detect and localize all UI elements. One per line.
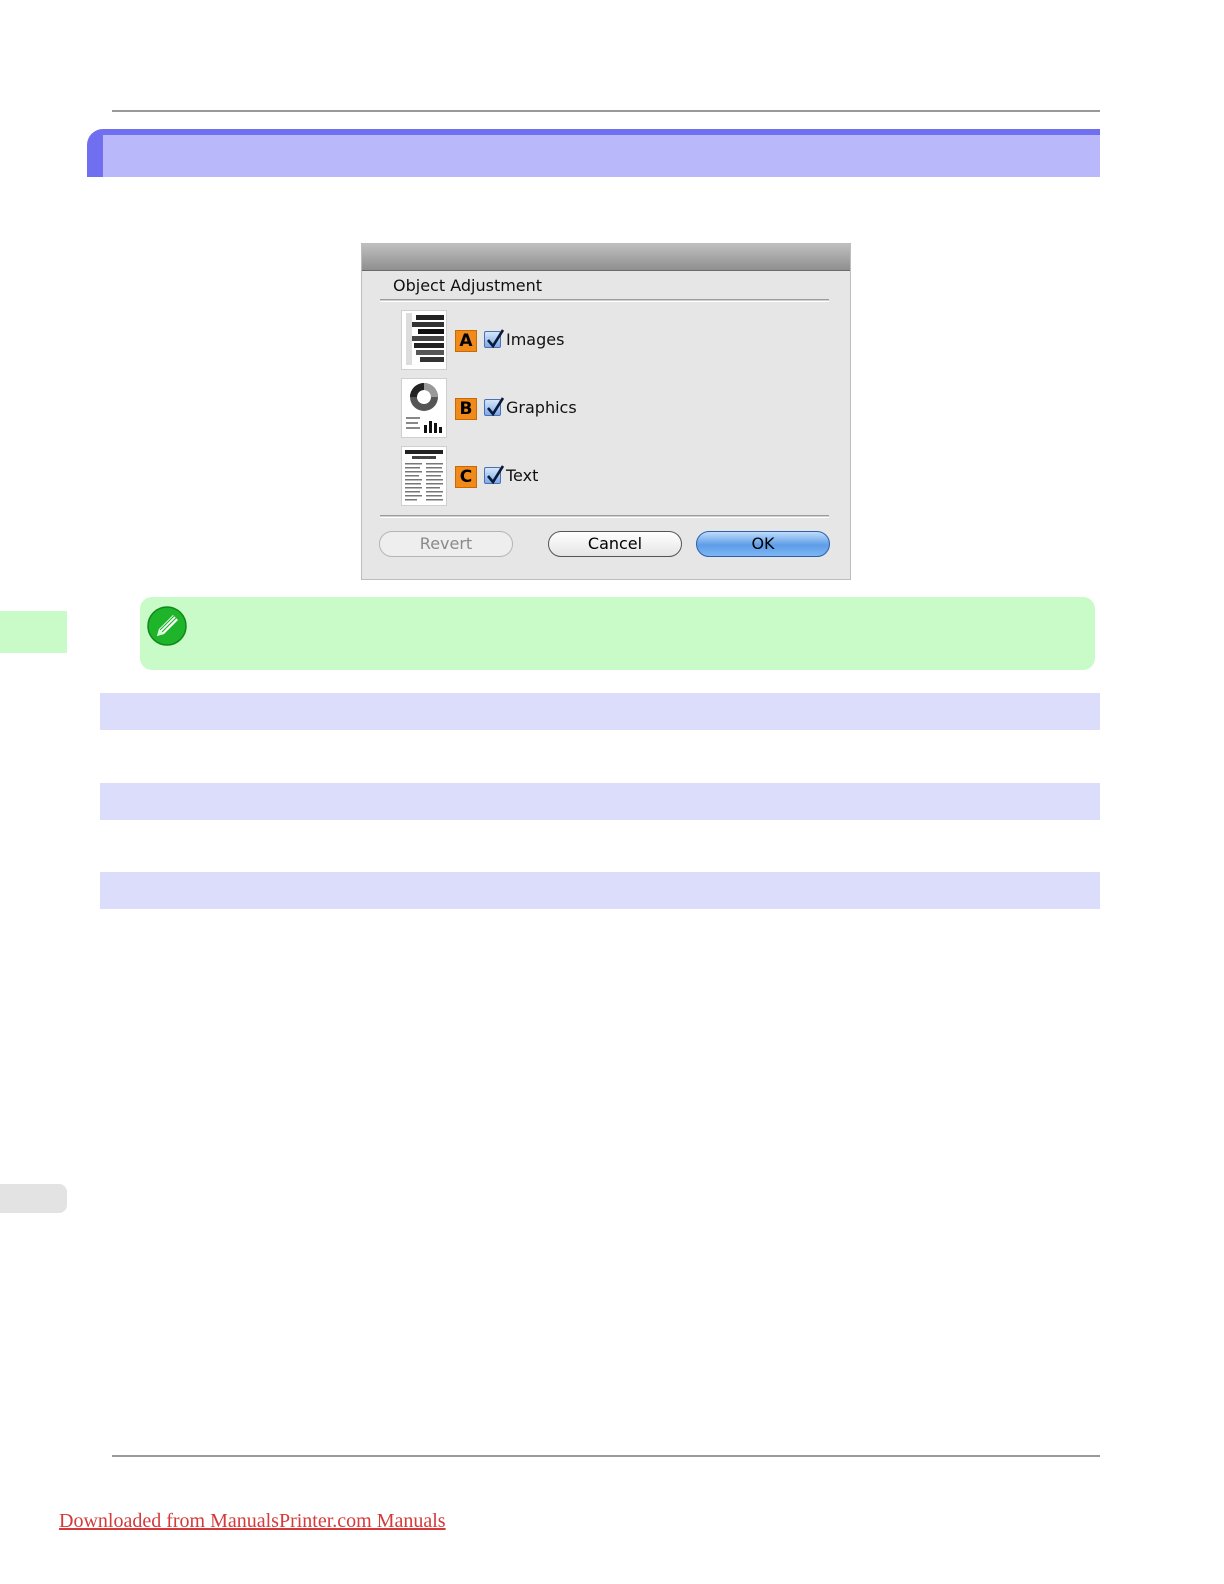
images-thumbnail-icon: [401, 310, 447, 370]
images-label: Images: [506, 330, 565, 349]
page-side-tab: [0, 1184, 67, 1213]
bottom-rule: [112, 1455, 1100, 1457]
option-badge-a: A: [455, 330, 477, 352]
subsection-bar: [100, 872, 1100, 909]
note-box: [140, 597, 1095, 670]
images-checkbox[interactable]: [484, 329, 505, 349]
text-thumbnail-icon: [401, 446, 447, 506]
cancel-button[interactable]: Cancel: [548, 531, 682, 557]
dialog-titlebar: [362, 244, 850, 271]
text-label: Text: [506, 466, 539, 485]
option-badge-b: B: [455, 398, 477, 420]
option-badge-c: C: [455, 466, 477, 488]
object-adjustment-dialog: Object Adjustment A Images B Graphics C …: [361, 243, 851, 580]
option-row-images: A Images: [400, 310, 700, 370]
top-rule: [112, 110, 1100, 112]
graphics-label: Graphics: [506, 398, 577, 417]
graphics-thumbnail-icon: [401, 378, 447, 438]
download-source-link[interactable]: Downloaded from ManualsPrinter.com Manua…: [59, 1510, 446, 1533]
pencil-note-icon: [147, 606, 187, 646]
dialog-separator: [380, 299, 829, 302]
section-header-bar: [87, 129, 1100, 177]
option-row-graphics: B Graphics: [400, 378, 700, 438]
section-header-inner: [103, 135, 1100, 177]
ok-button[interactable]: OK: [696, 531, 830, 557]
revert-button[interactable]: Revert: [379, 531, 513, 557]
dialog-group-title: Object Adjustment: [393, 276, 543, 295]
subsection-bar: [100, 693, 1100, 730]
dialog-separator: [380, 515, 829, 518]
subsection-bar: [100, 783, 1100, 820]
chapter-side-tab: [0, 611, 67, 653]
option-row-text: C Text: [400, 446, 700, 506]
graphics-checkbox[interactable]: [484, 397, 505, 417]
text-checkbox[interactable]: [484, 465, 505, 485]
